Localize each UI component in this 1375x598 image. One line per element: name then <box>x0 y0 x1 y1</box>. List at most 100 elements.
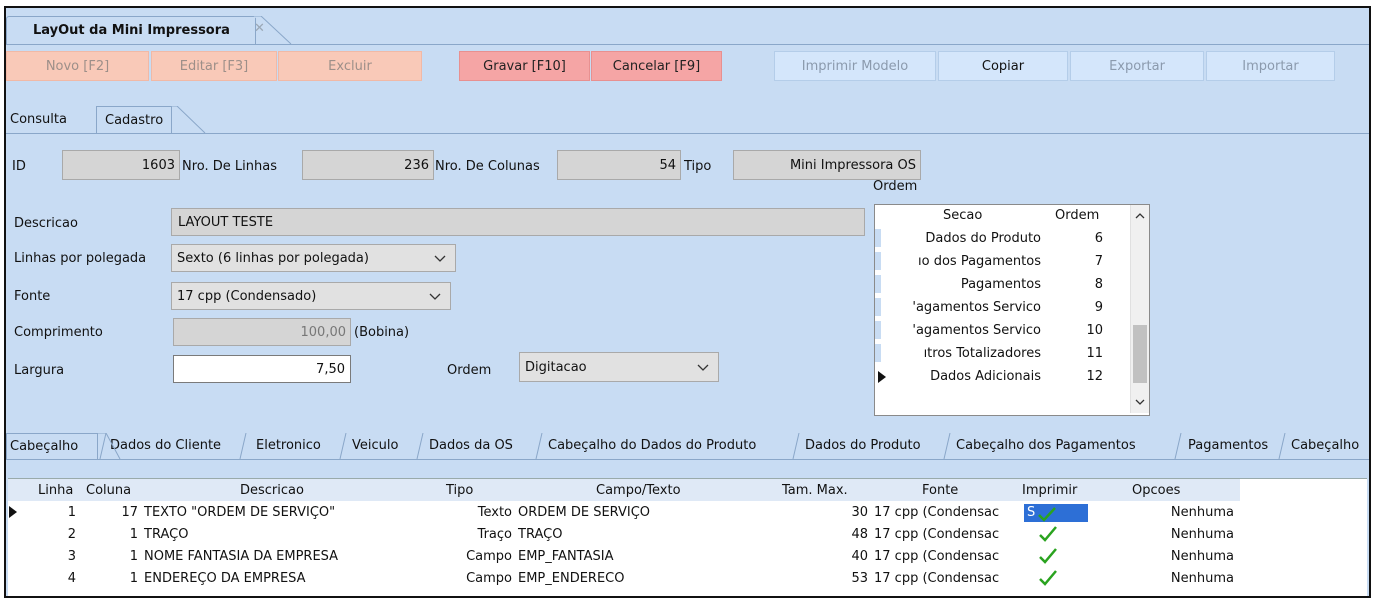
gravar-button[interactable]: Gravar [F10] <box>459 51 590 81</box>
cell-linha[interactable]: 2 <box>28 527 76 542</box>
tab-cadastro-label: Cadastro <box>105 113 164 128</box>
cell-coluna[interactable]: 1 <box>88 571 138 586</box>
checkmark-icon[interactable] <box>1038 547 1058 565</box>
cell-opcoes[interactable]: Nenhuma <box>1128 527 1234 542</box>
col-descricao[interactable]: Descricao <box>240 483 304 498</box>
cell-tam[interactable]: 48 <box>768 527 868 542</box>
col-coluna[interactable]: Coluna <box>86 483 131 498</box>
editar-button[interactable]: Editar [F3] <box>151 51 277 81</box>
nro-colunas-field: 54 <box>557 150 681 180</box>
app-window: LayOut da Mini Impressora ✕ Novo [F2] Ed… <box>4 6 1371 598</box>
scrollbar[interactable] <box>1130 205 1149 413</box>
cell-campo[interactable]: EMP_ENDERECO <box>518 571 625 586</box>
cell-fonte[interactable]: 17 cpp (Condensac <box>874 571 999 586</box>
imprimir-modelo-button[interactable]: Imprimir Modelo <box>774 51 936 81</box>
ordem-panel-title: Ordem <box>873 179 918 194</box>
list-item-ordem: 9 <box>1094 300 1103 315</box>
cell-descricao[interactable]: TRAÇO <box>144 527 188 542</box>
list-item[interactable]: 'agamentos Servico <box>881 300 1041 315</box>
cell-tipo[interactable]: Texto <box>428 505 512 520</box>
col-linha[interactable]: Linha <box>38 483 73 498</box>
importar-button[interactable]: Importar <box>1206 51 1335 81</box>
layout-grid[interactable]: Linha Coluna Descricao Tipo Campo/Texto … <box>8 478 1367 596</box>
cancelar-button[interactable]: Cancelar [F9] <box>591 51 722 81</box>
cell-linha[interactable]: 1 <box>28 505 76 520</box>
col-campo[interactable]: Campo/Texto <box>596 483 681 498</box>
imprimir-cell-selected[interactable]: S <box>1024 504 1088 522</box>
cell-fonte[interactable]: 17 cpp (Condensac <box>874 527 999 542</box>
col-tipo[interactable]: Tipo <box>446 483 473 498</box>
list-item-ordem: 11 <box>1086 346 1103 361</box>
cell-fonte[interactable]: 17 cpp (Condensac <box>874 505 999 520</box>
id-label: ID <box>12 159 26 174</box>
cell-coluna[interactable]: 1 <box>88 527 138 542</box>
cell-linha[interactable]: 3 <box>28 549 76 564</box>
col-fonte[interactable]: Fonte <box>922 483 958 498</box>
window-tab[interactable]: LayOut da Mini Impressora <box>6 16 256 45</box>
checkmark-icon[interactable] <box>1038 569 1058 587</box>
id-field: 1603 <box>62 150 180 180</box>
chevron-down-icon <box>697 364 709 371</box>
cell-coluna[interactable]: 17 <box>88 505 138 520</box>
tab-consulta[interactable]: Consulta <box>6 106 96 134</box>
cell-opcoes[interactable]: Nenhuma <box>1128 549 1234 564</box>
list-item-ordem: 8 <box>1094 277 1103 292</box>
cell-descricao[interactable]: ENDEREÇO DA EMPRESA <box>144 571 306 586</box>
cell-opcoes[interactable]: Nenhuma <box>1128 505 1234 520</box>
cell-campo[interactable]: TRAÇO <box>518 527 562 542</box>
tab-cadastro[interactable]: Cadastro <box>96 106 172 134</box>
novo-button[interactable]: Novo [F2] <box>6 51 149 81</box>
window-tab-title: LayOut da Mini Impressora <box>33 23 230 38</box>
checkmark-icon[interactable] <box>1038 525 1058 543</box>
nro-colunas-label: Nro. De Colunas <box>435 159 540 174</box>
largura-label: Largura <box>14 363 65 378</box>
cell-tipo[interactable]: Traço <box>428 527 512 542</box>
ordem-label: Ordem <box>447 363 492 378</box>
list-item[interactable]: Pagamentos <box>881 277 1041 292</box>
secao-header: Secao <box>943 208 983 223</box>
list-item-ordem: 7 <box>1094 254 1103 269</box>
list-item[interactable]: Dados Adicionais <box>881 369 1041 384</box>
chevron-down-icon <box>429 293 441 300</box>
cell-opcoes[interactable]: Nenhuma <box>1128 571 1234 586</box>
cell-tam[interactable]: 40 <box>768 549 868 564</box>
list-item[interactable]: 'agamentos Servico <box>881 323 1041 338</box>
copiar-button[interactable]: Copiar <box>938 51 1068 81</box>
col-imprimir[interactable]: Imprimir <box>1022 483 1077 498</box>
fonte-select[interactable]: 17 cpp (Condensado) <box>171 282 451 310</box>
cell-campo[interactable]: EMP_FANTASIA <box>518 549 613 564</box>
chevron-up-icon[interactable] <box>1134 211 1146 221</box>
list-item[interactable]: ıtros Totalizadores <box>881 346 1041 361</box>
list-item-ordem: 10 <box>1086 323 1103 338</box>
list-item[interactable]: Dados do Produto <box>881 231 1041 246</box>
largura-input[interactable]: 7,50 <box>173 355 351 383</box>
cell-fonte[interactable]: 17 cpp (Condensac <box>874 549 999 564</box>
close-tab-icon[interactable]: ✕ <box>254 21 265 36</box>
cell-tipo[interactable]: Campo <box>428 571 512 586</box>
excluir-button[interactable]: Excluir <box>278 51 422 81</box>
descricao-field[interactable]: LAYOUT TESTE <box>171 208 865 236</box>
cell-linha[interactable]: 4 <box>28 571 76 586</box>
cell-descricao[interactable]: TEXTO "ORDEM DE SERVIÇO" <box>144 505 335 520</box>
col-tam[interactable]: Tam. Max. <box>782 483 848 498</box>
exportar-button[interactable]: Exportar <box>1070 51 1204 81</box>
ordem-grid[interactable]: Secao Ordem Dados do Produto 6 ıo dos Pa… <box>874 204 1150 416</box>
ordem-select[interactable]: Digitacao <box>519 352 719 382</box>
cell-tipo[interactable]: Campo <box>428 549 512 564</box>
col-opcoes[interactable]: Opcoes <box>1132 483 1180 498</box>
tab-cabecalho[interactable]: Cabeçalho <box>6 433 98 459</box>
cell-tam[interactable]: 30 <box>768 505 868 520</box>
nro-linhas-label: Nro. De Linhas <box>182 159 277 174</box>
tab-consulta-label: Consulta <box>10 112 67 127</box>
cell-coluna[interactable]: 1 <box>88 549 138 564</box>
ordem-select-value: Digitacao <box>525 359 587 375</box>
scrollbar-thumb[interactable] <box>1133 325 1147 383</box>
cell-campo[interactable]: ORDEM DE SERVIÇO <box>518 505 650 520</box>
nro-linhas-field: 236 <box>302 150 434 180</box>
chevron-down-icon[interactable] <box>1134 397 1146 407</box>
tipo-field: Mini Impressora OS <box>733 150 921 180</box>
linhas-select[interactable]: Sexto (6 linhas por polegada) <box>171 244 456 272</box>
list-item[interactable]: ıo dos Pagamentos <box>881 254 1041 269</box>
cell-descricao[interactable]: NOME FANTASIA DA EMPRESA <box>144 549 338 564</box>
cell-tam[interactable]: 53 <box>768 571 868 586</box>
